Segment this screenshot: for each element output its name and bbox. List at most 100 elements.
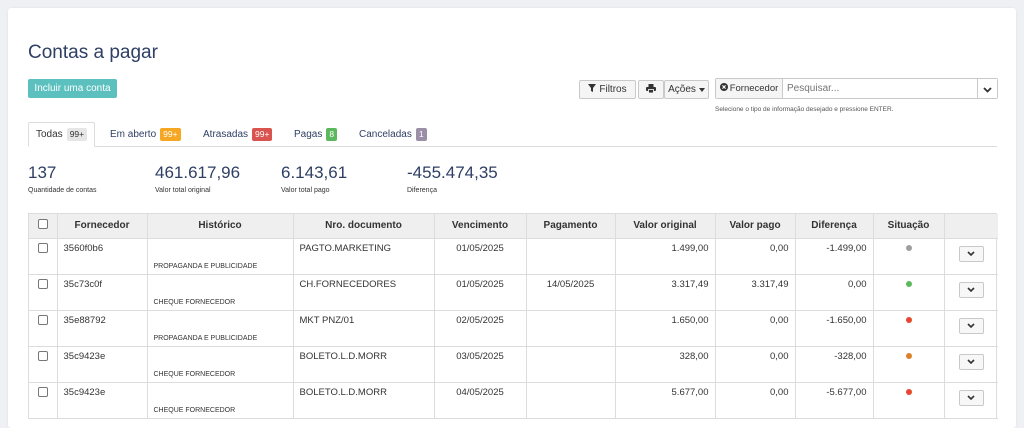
table-row[interactable]: 35e88792 PROPAGANDA E PUBLICIDADE MKT PN…: [29, 310, 998, 347]
status-dot-icon: [905, 244, 912, 251]
table-row[interactable]: 35c9423e CHEQUE FORNECEDOR BOLETO.L.D.MO…: [29, 382, 998, 419]
situacao-cell: [873, 274, 945, 311]
column-header[interactable]: Nro. documento: [293, 214, 435, 239]
pagamento-cell: [526, 238, 616, 275]
tab-todas[interactable]: Todas 99+: [28, 122, 96, 147]
column-header[interactable]: Valor pago: [715, 214, 796, 239]
status-dot-icon: [905, 388, 912, 395]
search-type-selector[interactable]: Fornecedor: [716, 79, 783, 98]
fornecedor-cell: 35c9423e: [57, 346, 148, 383]
historico-text: CHEQUE FORNECEDOR: [153, 370, 236, 378]
stat-value: 6.143,61: [281, 163, 348, 182]
column-header[interactable]: Pagamento: [526, 214, 616, 239]
fornecedor-cell: 35c73c0f: [57, 274, 148, 311]
chevron-down-icon: [967, 323, 975, 328]
column-header[interactable]: Fornecedor: [57, 214, 148, 239]
search-dropdown-button[interactable]: [977, 79, 997, 98]
filter-icon: [588, 84, 597, 95]
chevron-down-icon: [967, 251, 975, 256]
documento-cell: MKT PNZ/01: [293, 310, 435, 347]
column-header[interactable]: Situação: [873, 214, 945, 239]
tab-canceladas[interactable]: Canceladas 1: [352, 122, 434, 147]
historico-text: PROPAGANDA E PUBLICIDADE: [153, 262, 258, 270]
historico-cell: CHEQUE FORNECEDOR: [147, 382, 294, 419]
row-actions-cell: [944, 310, 998, 347]
chevron-down-icon: [967, 359, 975, 364]
row-checkbox[interactable]: [37, 314, 48, 325]
vencimento-cell: 02/05/2025: [434, 310, 527, 347]
row-checkbox[interactable]: [37, 242, 48, 253]
historico-text: CHEQUE FORNECEDOR: [153, 406, 236, 414]
print-button[interactable]: [638, 80, 664, 99]
actions-dropdown[interactable]: Ações: [664, 80, 709, 99]
row-actions-button[interactable]: [958, 245, 984, 262]
diferenca-cell: -328,00: [795, 346, 874, 383]
row-actions-button[interactable]: [958, 353, 984, 370]
row-checkbox[interactable]: [37, 278, 48, 289]
actions-label: Ações: [668, 84, 696, 95]
filters-label: Filtros: [599, 84, 627, 95]
stat-quantity: 137 Quantidade de contas: [28, 163, 97, 194]
search-group: Fornecedor: [715, 78, 998, 99]
page-title: Contas a pagar: [28, 42, 158, 63]
stat-total-paid: 6.143,61 Valor total pago: [281, 163, 347, 194]
row-actions-button[interactable]: [958, 281, 984, 298]
row-checkbox[interactable]: [37, 386, 48, 397]
valor-original-cell: 328,00: [615, 346, 716, 383]
stat-label: Valor total original: [155, 187, 211, 194]
tab-count-badge: 1: [415, 128, 427, 141]
tab-pagas[interactable]: Pagas 8: [287, 122, 344, 147]
column-header[interactable]: Diferença: [795, 214, 874, 239]
row-actions-button[interactable]: [958, 389, 984, 406]
documento-cell: CH.FORNECEDORES: [293, 274, 435, 311]
stat-value: -455.474,35: [407, 163, 498, 182]
chevron-down-icon: [967, 287, 975, 292]
table-row[interactable]: 3560f0b6 PROPAGANDA E PUBLICIDADE PAGTO.…: [29, 238, 998, 275]
tab-label: Atrasadas: [203, 129, 249, 140]
situacao-cell: [873, 382, 945, 419]
tab-count-badge: 8: [326, 128, 338, 141]
row-checkbox[interactable]: [37, 350, 48, 361]
diferenca-cell: 0,00: [795, 274, 874, 311]
tab-label: Canceladas: [359, 129, 412, 140]
search-hint: Selecione o tipo de informação desejado …: [715, 106, 894, 113]
select-all-cell: [29, 214, 58, 239]
tab-label: Pagas: [294, 129, 323, 140]
documento-cell: BOLETO.L.D.MORR: [293, 346, 435, 383]
search-input[interactable]: [783, 79, 977, 98]
tab-label: Em aberto: [110, 129, 157, 140]
row-actions-cell: [944, 238, 998, 275]
table-header-row: Fornecedor Histórico Nro. documento Venc…: [29, 214, 998, 239]
vencimento-cell: 03/05/2025: [434, 346, 527, 383]
caret-down-icon: [698, 84, 705, 95]
add-account-button[interactable]: Incluir uma conta: [28, 79, 117, 98]
situacao-cell: [873, 238, 945, 275]
stat-label: Diferença: [407, 187, 437, 194]
historico-cell: PROPAGANDA E PUBLICIDADE: [147, 238, 294, 275]
stat-total-original: 461.617,96 Valor total original: [155, 163, 240, 194]
tab-atrasadas[interactable]: Atrasadas 99+: [196, 122, 279, 147]
valor-pago-cell: 0,00: [715, 382, 796, 419]
column-header[interactable]: Valor original: [615, 214, 716, 239]
select-all-checkbox[interactable]: [37, 219, 48, 230]
row-actions-button[interactable]: [958, 317, 984, 334]
historico-text: CHEQUE FORNECEDOR: [153, 298, 236, 306]
column-header[interactable]: Vencimento: [434, 214, 527, 239]
table-row[interactable]: 35c9423e CHEQUE FORNECEDOR BOLETO.L.D.MO…: [29, 346, 998, 383]
situacao-cell: [873, 310, 945, 347]
tab-em-aberto[interactable]: Em aberto 99+: [103, 122, 188, 147]
status-dot-icon: [905, 280, 912, 287]
column-header[interactable]: Histórico: [147, 214, 294, 239]
valor-original-cell: 3.317,49: [615, 274, 716, 311]
filters-button[interactable]: Filtros: [579, 80, 636, 99]
vencimento-cell: 01/05/2025: [434, 238, 527, 275]
historico-cell: CHEQUE FORNECEDOR: [147, 274, 294, 311]
stat-difference: -455.474,35 Diferença: [407, 163, 498, 194]
fornecedor-cell: 35e88792: [57, 310, 148, 347]
remove-circle-icon: [719, 83, 728, 94]
row-actions-cell: [944, 382, 998, 419]
actions-column-header: [944, 214, 998, 239]
documento-cell: PAGTO.MARKETING: [293, 238, 435, 275]
historico-cell: CHEQUE FORNECEDOR: [147, 346, 294, 383]
table-row[interactable]: 35c73c0f CHEQUE FORNECEDOR CH.FORNECEDOR…: [29, 274, 998, 311]
